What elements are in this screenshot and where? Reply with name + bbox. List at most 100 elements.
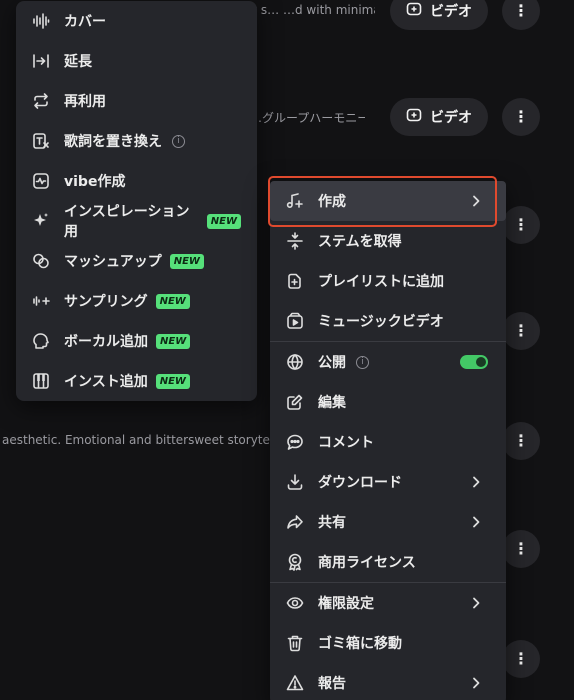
menu-item-label: ボーカル追加 (64, 334, 148, 350)
menu-item-replace-lyrics[interactable]: 歌詞を置き換え i (16, 121, 257, 161)
create-highlight-box (268, 176, 497, 227)
music-video-icon (286, 312, 304, 330)
edit-icon (286, 393, 304, 411)
create-submenu: カバー 延長 再利用 歌詞を置き換え i vibe作成 インスピレーション用 N… (16, 1, 257, 401)
more-options-button[interactable]: ⋮ (502, 312, 540, 350)
globe-icon (286, 353, 304, 371)
menu-item-extend[interactable]: 延長 (16, 41, 257, 81)
menu-item-music-video[interactable]: ミュージックビデオ (270, 301, 506, 341)
menu-item-label: 編集 (318, 395, 346, 411)
background-row-text: …グループハーモニー… (250, 111, 365, 125)
menu-item-label: 商用ライセンス (318, 555, 416, 571)
background-row-text: y s… …d with minimal arr… (250, 3, 375, 17)
repeat-icon (32, 92, 50, 110)
stems-icon (286, 232, 304, 250)
menu-item-label: 報告 (318, 676, 346, 692)
sampling-icon (32, 292, 50, 310)
more-dots-icon: ⋮ (513, 1, 529, 20)
chevron-right-icon (473, 476, 480, 488)
trash-icon (286, 634, 304, 652)
menu-item-label: 公開 (318, 355, 346, 371)
more-options-button[interactable]: ⋮ (502, 206, 540, 244)
menu-item-label: 権限設定 (318, 596, 374, 612)
more-options-button[interactable]: ⋮ (502, 98, 540, 136)
warning-icon (286, 674, 304, 692)
info-icon[interactable]: i (356, 355, 369, 369)
menu-item-add-instrumental[interactable]: インスト追加 NEW (16, 361, 257, 401)
menu-item-label: ステムを取得 (318, 234, 402, 250)
more-dots-icon: ⋮ (513, 107, 529, 126)
vocal-head-icon (32, 332, 50, 350)
menu-item-label: コメント (318, 435, 374, 451)
new-badge: NEW (169, 253, 204, 269)
menu-item-cover[interactable]: カバー (16, 1, 257, 41)
video-button[interactable]: ビデオ (390, 98, 488, 136)
menu-item-label: マッシュアップ (64, 254, 162, 270)
menu-item-comment[interactable]: コメント (270, 422, 506, 462)
menu-item-public[interactable]: 公開 i (270, 342, 506, 382)
download-icon (286, 473, 304, 491)
vibe-icon (32, 172, 50, 190)
menu-item-download[interactable]: ダウンロード (270, 462, 506, 502)
chevron-right-icon (473, 597, 480, 609)
menu-item-share[interactable]: 共有 (270, 502, 506, 542)
video-plus-icon (406, 1, 422, 21)
menu-item-sampling[interactable]: サンプリング NEW (16, 281, 257, 321)
info-icon[interactable]: i (172, 134, 185, 148)
menu-item-label: 共有 (318, 515, 346, 531)
lyrics-replace-icon (32, 132, 50, 150)
menu-item-add-vocals[interactable]: ボーカル追加 NEW (16, 321, 257, 361)
menu-item-report[interactable]: 報告 (270, 663, 506, 700)
video-button-label: ビデオ (430, 4, 472, 20)
menu-item-edit[interactable]: 編集 (270, 382, 506, 422)
eye-icon (286, 594, 304, 612)
menu-item-get-stems[interactable]: ステムを取得 (270, 221, 506, 261)
menu-item-label: 再利用 (64, 94, 106, 110)
comment-icon (286, 433, 304, 451)
background-row-text: aesthetic. Emotional and bittersweet sto… (2, 433, 270, 447)
video-plus-icon (406, 107, 422, 127)
playlist-add-icon (286, 272, 304, 290)
extend-arrow-icon (32, 52, 50, 70)
menu-item-label: 歌詞を置き換え (64, 134, 162, 150)
menu-item-label: ダウンロード (318, 475, 402, 491)
more-options-button[interactable]: ⋮ (502, 422, 540, 460)
menu-item-inspiration[interactable]: インスピレーション用 NEW (16, 201, 257, 241)
menu-item-move-to-trash[interactable]: ゴミ箱に移動 (270, 623, 506, 663)
menu-item-reuse[interactable]: 再利用 (16, 81, 257, 121)
waveform-icon (32, 12, 50, 30)
chevron-right-icon (473, 677, 480, 689)
menu-item-permissions[interactable]: 権限設定 (270, 583, 506, 623)
share-icon (286, 513, 304, 531)
menu-item-label: カバー (64, 14, 106, 30)
video-button[interactable]: ビデオ (390, 0, 488, 30)
license-icon (286, 553, 304, 571)
more-options-button[interactable]: ⋮ (502, 530, 540, 568)
more-dots-icon: ⋮ (513, 539, 529, 558)
new-badge: NEW (156, 333, 191, 349)
more-options-button[interactable]: ⋮ (502, 0, 540, 30)
menu-item-label: プレイリストに追加 (318, 274, 444, 290)
more-dots-icon: ⋮ (513, 649, 529, 668)
piano-icon (32, 372, 50, 390)
menu-item-commercial-license[interactable]: 商用ライセンス (270, 542, 506, 582)
new-badge: NEW (206, 213, 241, 229)
video-button-label: ビデオ (430, 110, 472, 126)
menu-item-label: vibe作成 (64, 174, 126, 190)
menu-item-label: 延長 (64, 54, 92, 70)
menu-item-mashup[interactable]: マッシュアップ NEW (16, 241, 257, 281)
more-dots-icon: ⋮ (513, 215, 529, 234)
more-options-button[interactable]: ⋮ (502, 640, 540, 678)
menu-item-label: サンプリング (64, 294, 148, 310)
more-dots-icon: ⋮ (513, 321, 529, 340)
menu-item-label: ゴミ箱に移動 (318, 636, 402, 652)
new-badge: NEW (155, 373, 190, 389)
sparkle-icon (32, 212, 50, 230)
menu-item-add-to-playlist[interactable]: プレイリストに追加 (270, 261, 506, 301)
public-toggle[interactable] (460, 355, 488, 369)
mashup-icon (32, 252, 50, 270)
song-context-menu: 作成 ステムを取得 プレイリストに追加 ミュージックビデオ 公開 i 編集 コメ… (270, 181, 506, 700)
menu-item-label: ミュージックビデオ (318, 314, 444, 330)
more-dots-icon: ⋮ (513, 431, 529, 450)
menu-item-vibe[interactable]: vibe作成 (16, 161, 257, 201)
